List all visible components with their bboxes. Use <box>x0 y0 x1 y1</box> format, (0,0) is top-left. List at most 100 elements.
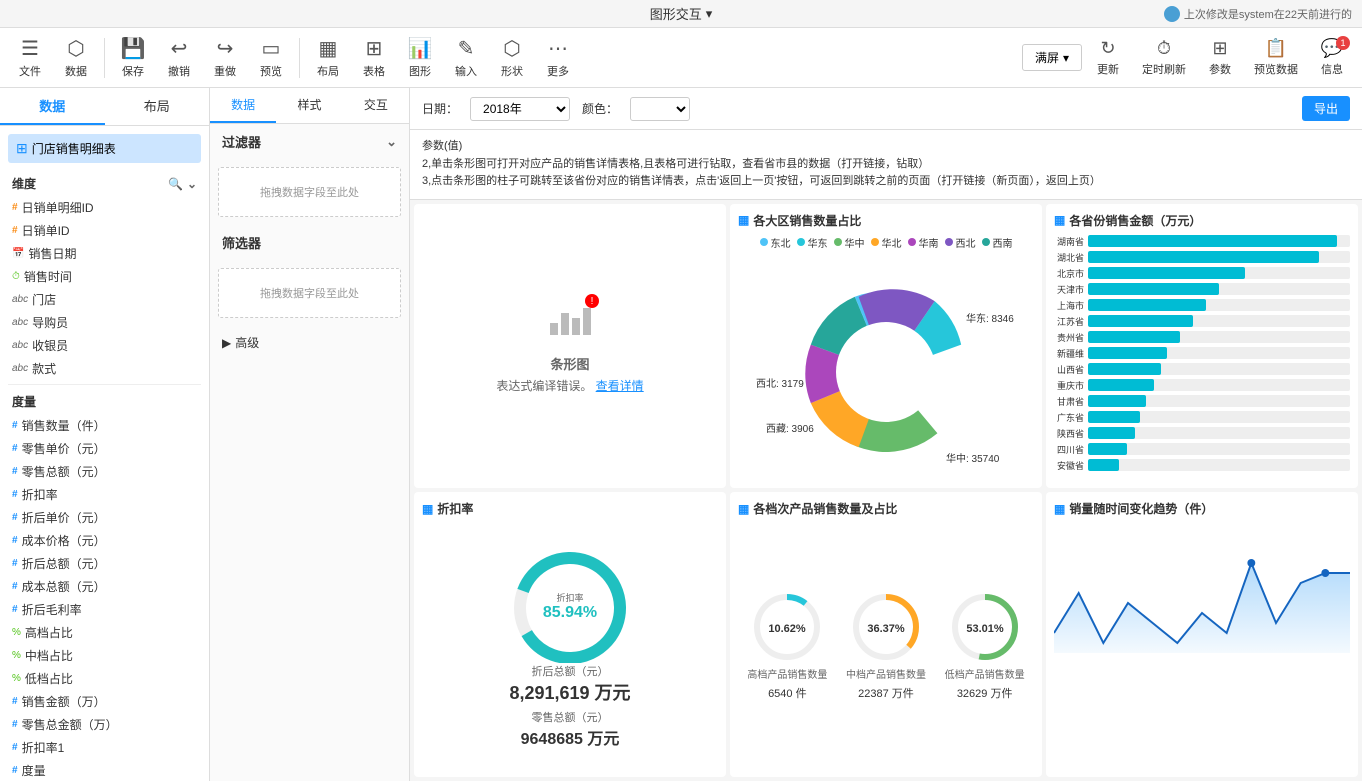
legend-dot <box>945 238 953 246</box>
date-icon: 📅 <box>12 248 24 259</box>
middle-tab-style[interactable]: 样式 <box>276 88 342 123</box>
meas-field-中档占比[interactable]: %中档占比 <box>8 644 201 667</box>
field-label: 零售总金额（万） <box>22 716 118 733</box>
search-icon[interactable]: 🔍 <box>168 177 183 191</box>
meas-field-折后毛利率[interactable]: #折后毛利率 <box>8 598 201 621</box>
advanced-arrow: ▶ <box>222 336 231 350</box>
bar-h-icon: ▦ <box>1054 213 1065 227</box>
discount-total-label: 折后总额（元） <box>532 663 609 679</box>
file-button[interactable]: ☰ 文件 <box>8 32 52 83</box>
gauge-svg: 10.62% <box>752 592 822 662</box>
dimension-fields: #日销单明细ID#日销单ID📅销售日期⏱销售时间abc门店abc导购员abc收银… <box>8 196 201 380</box>
text-icon: abc <box>12 317 28 328</box>
measure-icon: # <box>12 420 18 431</box>
bar-row: 湖南省 <box>1054 235 1350 248</box>
error-detail-link[interactable]: 查看详情 <box>596 379 644 393</box>
bar-row: 广东省 <box>1054 411 1350 424</box>
more-button[interactable]: ⋯ 更多 <box>536 32 580 83</box>
title-dropdown-icon[interactable]: ▾ <box>706 6 713 22</box>
dim-field-日销单ID[interactable]: #日销单ID <box>8 219 201 242</box>
meas-field-折扣率1[interactable]: #折扣率1 <box>8 736 201 759</box>
dim-field-销售日期[interactable]: 📅销售日期 <box>8 242 201 265</box>
chart-button[interactable]: 📊 图形 <box>398 32 442 83</box>
discount-chart-card: ▦ 折扣率 折扣率 85.94% 折后总额（元） 8,291 <box>414 492 726 777</box>
screen-drop-zone[interactable]: 拖拽数据字段至此处 <box>218 268 401 318</box>
refresh-button[interactable]: ↻ 更新 <box>1086 34 1130 81</box>
advanced-section[interactable]: ▶ 高级 <box>210 326 409 359</box>
tab-layout[interactable]: 布局 <box>105 88 210 125</box>
measure-icon: # <box>12 765 18 776</box>
bar-fill <box>1088 411 1140 423</box>
fullscreen-button[interactable]: 满屏 ▾ <box>1022 44 1082 71</box>
table-name: 门店销售明细表 <box>32 140 116 157</box>
filter-drop-zone[interactable]: 拖拽数据字段至此处 <box>218 167 401 217</box>
undo-button[interactable]: ↩ 撤销 <box>157 32 201 83</box>
field-label: 销售时间 <box>24 268 72 285</box>
discount-total-value-text: 8,291,619 万元 <box>509 683 630 703</box>
meas-field-成本总额（元）[interactable]: #成本总额（元） <box>8 575 201 598</box>
meas-field-度量[interactable]: #度量 <box>8 759 201 781</box>
meas-field-成本价格（元）[interactable]: #成本价格（元） <box>8 529 201 552</box>
meas-field-零售总额（元）[interactable]: #零售总额（元） <box>8 460 201 483</box>
preview-button[interactable]: ▭ 预览 <box>249 32 293 83</box>
meas-field-折扣率[interactable]: # 折扣率 <box>8 483 201 506</box>
field-label: 折扣率 <box>22 486 58 503</box>
table-button[interactable]: ⊞ 表格 <box>352 32 396 83</box>
info-button[interactable]: 💬 信息 1 <box>1310 34 1354 81</box>
middle-tab-interact[interactable]: 交互 <box>343 88 409 123</box>
field-label: 折后单价（元） <box>22 509 106 526</box>
bar-h-title-text: 各省份销售金额（万元） <box>1069 212 1201 229</box>
bar-track <box>1088 443 1350 455</box>
gauge-value: 22387 万件 <box>858 685 914 701</box>
meas-field-销售数量（件）[interactable]: #销售数量（件） <box>8 414 201 437</box>
date-filter-select[interactable]: 2018年 <box>470 97 570 121</box>
save-icon: 💾 <box>121 36 146 61</box>
dim-field-导购员[interactable]: abc导购员 <box>8 311 201 334</box>
meas-field-销售金额（万）[interactable]: #销售金额（万） <box>8 690 201 713</box>
shape-button[interactable]: ⬡ 形状 <box>490 32 534 83</box>
meas-field-零售单价（元）[interactable]: #零售单价（元） <box>8 437 201 460</box>
field-label: 零售总额（元） <box>22 463 106 480</box>
dim-field-款式[interactable]: abc款式 <box>8 357 201 380</box>
export-button[interactable]: 导出 <box>1302 96 1350 121</box>
expand-icon[interactable]: ⌄ <box>187 177 197 191</box>
color-filter-select[interactable] <box>630 97 690 121</box>
bar-label: 甘肃省 <box>1054 395 1084 408</box>
meas-field-折后总额（元）[interactable]: #折后总额（元） <box>8 552 201 575</box>
save-button[interactable]: 💾 保存 <box>111 32 155 83</box>
dim-field-日销单明细ID[interactable]: #日销单明细ID <box>8 196 201 219</box>
middle-tab-data[interactable]: 数据 <box>210 88 276 123</box>
data-button[interactable]: ⬡ 数据 <box>54 32 98 83</box>
discount-total-label-text: 折后总额（元） <box>532 666 609 678</box>
measure-icon: # <box>12 489 18 500</box>
filter-title: 过滤器 <box>222 132 261 151</box>
field-label: 低档占比 <box>25 670 73 687</box>
meas-field-折后单价（元）[interactable]: #折后单价（元） <box>8 506 201 529</box>
table-item-sales[interactable]: ⊞ 门店销售明细表 <box>8 134 201 163</box>
auto-refresh-button[interactable]: ⏱ 定时刷新 <box>1134 34 1194 81</box>
middle-panel: 数据 样式 交互 过滤器 ⌄ 拖拽数据字段至此处 筛选器 拖拽数据字段至此处 ▶… <box>210 88 410 781</box>
tab-data[interactable]: 数据 <box>0 88 105 125</box>
color-filter-label: 颜色： <box>582 100 618 117</box>
dim-field-门店[interactable]: abc门店 <box>8 288 201 311</box>
meas-field-高档占比[interactable]: %高档占比 <box>8 621 201 644</box>
dim-field-收银员[interactable]: abc收银员 <box>8 334 201 357</box>
meas-field-低档占比[interactable]: %低档占比 <box>8 667 201 690</box>
params-button[interactable]: ⊞ 参数 <box>1198 34 1242 81</box>
sidebar-content: ⊞ 门店销售明细表 维度 🔍 ⌄ #日销单明细ID#日销单ID📅销售日期⏱销售时… <box>0 126 209 781</box>
meas-field-零售总金额（万）[interactable]: #零售总金额（万） <box>8 713 201 736</box>
filter-arrow[interactable]: ⌄ <box>386 134 397 150</box>
legend-dot <box>982 238 990 246</box>
input-button[interactable]: ✎ 输入 <box>444 32 488 83</box>
field-label: 日销单ID <box>22 222 70 239</box>
dim-field-销售时间[interactable]: ⏱销售时间 <box>8 265 201 288</box>
undo-label: 撤销 <box>168 63 190 79</box>
discount-chart-icon: ▦ <box>422 502 433 516</box>
dimension-label: 维度 <box>12 175 36 192</box>
field-label: 日销单明细ID <box>22 199 94 216</box>
last-modified-bar: 上次修改是system在22天前进行的 <box>1164 6 1352 22</box>
preview-data-button[interactable]: 📋 预览数据 <box>1246 34 1306 81</box>
discount-retail-value-text: 9648685 万元 <box>521 731 620 748</box>
layout-button[interactable]: ▦ 布局 <box>306 32 350 83</box>
redo-button[interactable]: ↪ 重做 <box>203 32 247 83</box>
